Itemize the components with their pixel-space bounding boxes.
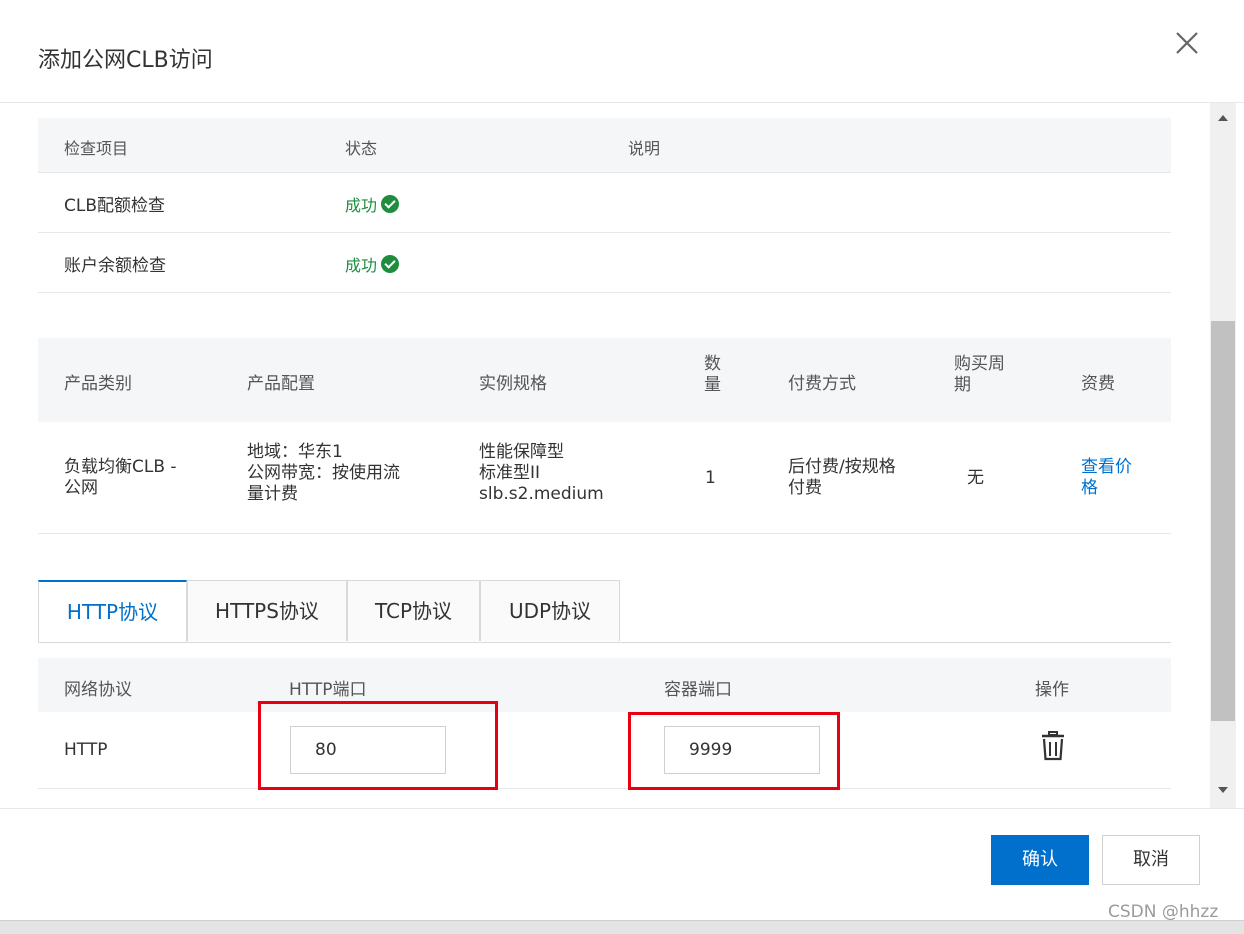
tab-tcp[interactable]: TCP协议: [347, 580, 480, 641]
status-cell: 成功: [345, 252, 400, 276]
check-circle-icon: [381, 195, 400, 213]
view-price-link[interactable]: 查看价 格: [1081, 457, 1132, 499]
port-table-header: 网络协议 HTTP端口 容器端口 操作: [38, 658, 1171, 712]
check-table-header: 检查项目 状态 说明: [38, 118, 1171, 172]
highlight-box-container-port: [628, 712, 840, 790]
header-billing: 付费方式: [788, 374, 856, 394]
check-item-name: 账户余额检查: [64, 256, 166, 276]
header-status: 状态: [345, 139, 378, 158]
trash-icon: [1042, 731, 1064, 761]
header-check-item: 检查项目: [64, 139, 129, 158]
table-row: 负载均衡CLB - 公网 地域：华东1 公网带宽：按使用流 量计费 性能保障型 …: [38, 422, 1171, 534]
dialog-title: 添加公网CLB访问: [38, 48, 213, 73]
cancel-button[interactable]: 取消: [1102, 835, 1200, 885]
check-circle-icon: [381, 255, 400, 273]
confirm-button[interactable]: 确认: [991, 835, 1089, 885]
tab-udp[interactable]: UDP协议: [480, 580, 620, 641]
product-table-header: 产品类别 产品配置 实例规格 数 量 付费方式 购买周 期 资费: [38, 338, 1171, 422]
header-qty: 数 量: [704, 354, 721, 395]
quantity: 1: [705, 468, 716, 488]
header-protocol: 网络协议: [64, 680, 132, 700]
header-spec: 实例规格: [479, 374, 547, 394]
dialog-footer: 确认 取消: [0, 808, 1244, 921]
table-row: CLB配额检查 成功: [38, 172, 1171, 232]
product-category: 负载均衡CLB - 公网: [64, 457, 177, 498]
watermark: CSDN @hhzz: [1108, 902, 1219, 922]
window-bottom-edge: [0, 920, 1244, 934]
purchase-period: 无: [967, 468, 984, 488]
header-config: 产品配置: [247, 374, 315, 394]
port-mapping-table: 网络协议 HTTP端口 容器端口 操作 HTTP: [38, 658, 1171, 789]
header-period: 购买周 期: [954, 354, 1005, 395]
tab-http[interactable]: HTTP协议: [38, 580, 187, 642]
status-cell: 成功: [345, 192, 400, 216]
dialog-header: 添加公网CLB访问: [0, 0, 1244, 103]
billing-method: 后付费/按规格 付费: [788, 457, 896, 498]
status-text: 成功: [345, 196, 378, 215]
header-category: 产品类别: [64, 374, 132, 394]
status-text: 成功: [345, 256, 378, 275]
tab-https[interactable]: HTTPS协议: [187, 580, 347, 641]
header-price: 资费: [1081, 374, 1115, 394]
protocol-tabs: HTTP协议 HTTPS协议 TCP协议 UDP协议: [38, 580, 1171, 643]
header-http-port: HTTP端口: [289, 680, 367, 700]
product-table: 产品类别 产品配置 实例规格 数 量 付费方式 购买周 期 资费 负载均衡CLB…: [38, 338, 1171, 534]
check-table: 检查项目 状态 说明 CLB配额检查 成功 账户余额检查 成功: [38, 118, 1171, 293]
scrollbar-thumb[interactable]: [1211, 321, 1235, 721]
table-row: 账户余额检查 成功: [38, 232, 1171, 293]
header-action: 操作: [1035, 680, 1069, 700]
dialog-body: 检查项目 状态 说明 CLB配额检查 成功 账户余额检查 成功 产品类别 产品配…: [0, 103, 1208, 808]
close-icon: [1176, 32, 1198, 54]
scroll-down-arrow-icon[interactable]: [1218, 787, 1228, 793]
check-item-name: CLB配额检查: [64, 196, 166, 216]
header-container-port: 容器端口: [664, 680, 732, 700]
delete-button[interactable]: [1041, 731, 1065, 766]
product-config: 地域：华东1 公网带宽：按使用流 量计费: [247, 442, 400, 504]
header-note: 说明: [628, 139, 661, 158]
table-row: HTTP: [38, 712, 1171, 789]
protocol-value: HTTP: [64, 740, 108, 760]
scrollbar[interactable]: [1210, 103, 1236, 808]
scroll-up-arrow-icon[interactable]: [1218, 115, 1228, 121]
highlight-box-http-port: [258, 701, 498, 790]
close-button[interactable]: [1172, 28, 1202, 58]
instance-spec: 性能保障型 标准型II slb.s2.medium: [479, 442, 604, 504]
